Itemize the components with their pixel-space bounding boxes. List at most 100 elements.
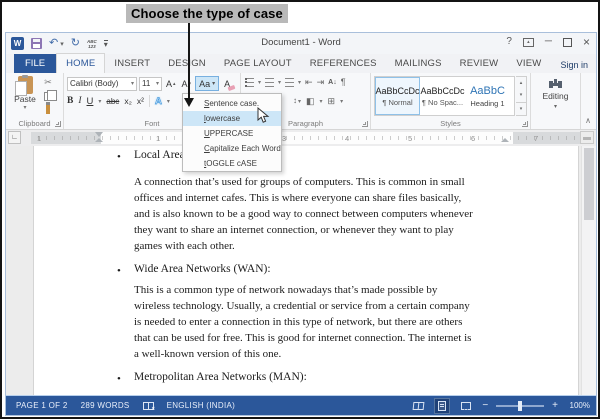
style-heading-1[interactable]: AaBbC Heading 1 bbox=[465, 77, 510, 115]
styles-scroll-down-icon[interactable]: ▾ bbox=[516, 89, 526, 101]
text-effects-dropdown-icon[interactable]: ▾ bbox=[167, 98, 170, 105]
bullets-icon[interactable] bbox=[245, 77, 254, 87]
read-mode-button[interactable] bbox=[410, 398, 426, 414]
strikethrough-button[interactable]: abc bbox=[106, 97, 119, 106]
right-indent-marker[interactable] bbox=[501, 138, 509, 142]
doc-bullet-item[interactable]: Wide Area Networks (WAN): bbox=[134, 263, 271, 275]
doc-line[interactable]: games with each other. bbox=[134, 240, 235, 252]
doc-line[interactable]: that can be used for free. This is good … bbox=[134, 332, 471, 344]
tab-file[interactable]: FILE bbox=[14, 54, 57, 73]
word-count[interactable]: 289 WORDS bbox=[81, 401, 130, 410]
status-left: PAGE 1 OF 2 289 WORDS ENGLISH (INDIA) bbox=[16, 401, 236, 412]
doc-line[interactable]: offices and internet cafes. This is wher… bbox=[134, 192, 461, 204]
first-line-indent-marker[interactable] bbox=[95, 132, 103, 137]
style-normal[interactable]: AaBbCcDc ¶ Normal bbox=[375, 77, 420, 115]
zoom-out-button[interactable]: − bbox=[482, 400, 488, 411]
tab-page-layout[interactable]: PAGE LAYOUT bbox=[215, 54, 301, 73]
increase-indent-icon[interactable]: ⇥ bbox=[317, 77, 325, 87]
shading-icon[interactable]: ◧ bbox=[306, 96, 315, 106]
underline-button[interactable]: U bbox=[87, 96, 94, 107]
menu-item-capitalize-each-word[interactable]: Capitalize Each Word bbox=[183, 141, 281, 156]
doc-line[interactable]: wireless technology. Usually, a credenti… bbox=[134, 300, 470, 312]
underline-dropdown-icon[interactable]: ▾ bbox=[98, 98, 101, 105]
bold-button[interactable]: B bbox=[67, 96, 73, 106]
superscript-button[interactable]: x² bbox=[137, 96, 144, 106]
menu-item-toggle-case[interactable]: t OGGLE cASE bbox=[183, 156, 281, 171]
clipboard-dialog-launcher-icon[interactable] bbox=[55, 121, 61, 127]
paste-icon bbox=[14, 75, 33, 96]
doc-line[interactable]: and is also known to be a good way to co… bbox=[134, 208, 473, 220]
doc-line[interactable]: is needed to enter a connection in this … bbox=[134, 316, 462, 328]
doc-line[interactable]: they want to share an internet connectio… bbox=[134, 224, 454, 236]
decrease-indent-icon[interactable]: ⇤ bbox=[305, 77, 313, 87]
sign-in-link[interactable]: Sign in bbox=[560, 60, 588, 70]
horizontal-ruler[interactable]: 1 1 2 3 4 5 6 7 bbox=[31, 132, 581, 144]
text-effects-button[interactable]: A bbox=[155, 95, 163, 107]
help-icon[interactable]: ? bbox=[506, 36, 512, 48]
tab-insert[interactable]: INSERT bbox=[105, 54, 159, 73]
hanging-indent-marker[interactable] bbox=[95, 138, 103, 142]
bullets-dropdown-icon[interactable]: ▾ bbox=[258, 79, 261, 86]
styles-more-icon[interactable]: ▾ bbox=[516, 101, 526, 115]
paste-button[interactable]: Paste ▾ bbox=[10, 75, 40, 118]
format-painter-icon[interactable] bbox=[46, 102, 50, 114]
subscript-button[interactable]: x₂ bbox=[124, 96, 132, 106]
zoom-in-button[interactable]: + bbox=[552, 400, 558, 411]
tab-mailings[interactable]: MAILINGS bbox=[386, 54, 451, 73]
print-layout-button[interactable] bbox=[434, 397, 451, 414]
ribbon-display-options-icon[interactable]: ▴ bbox=[522, 37, 534, 47]
tab-review[interactable]: REVIEW bbox=[451, 54, 508, 73]
shrink-font-button[interactable]: A ▾ bbox=[180, 77, 194, 91]
styles-scroll-up-icon[interactable]: ▴ bbox=[516, 77, 526, 89]
font-size-combo[interactable]: 11 ▾ bbox=[139, 76, 162, 91]
sort-icon[interactable]: A↓ bbox=[328, 79, 337, 86]
show-formatting-marks-icon[interactable]: ¶ bbox=[341, 77, 346, 87]
tab-selector-button[interactable]: ∟ bbox=[8, 131, 21, 144]
doc-line[interactable]: A connection that’s used for groups of c… bbox=[134, 176, 465, 188]
paragraph-dialog-launcher-icon[interactable] bbox=[362, 121, 368, 127]
editing-button[interactable]: Editing ▾ bbox=[531, 78, 580, 110]
doc-line[interactable]: This is a common type of network nowaday… bbox=[134, 284, 437, 296]
doc-line[interactable]: a well-known version of this one. bbox=[134, 348, 281, 360]
editing-group: Editing ▾ bbox=[531, 73, 581, 129]
document-page[interactable]: • Local Area Networks (LAN): A connectio… bbox=[33, 146, 579, 398]
proofing-status-icon[interactable] bbox=[142, 401, 156, 412]
ruler-number: 3 bbox=[282, 134, 287, 143]
vertical-scrollbar[interactable] bbox=[581, 146, 596, 398]
italic-button[interactable]: I bbox=[78, 96, 81, 106]
web-layout-button[interactable] bbox=[458, 398, 474, 414]
minimize-icon[interactable]: ─ bbox=[545, 36, 552, 48]
grow-font-glyph: A bbox=[166, 78, 173, 89]
clear-formatting-button[interactable]: A bbox=[221, 77, 233, 91]
tab-home[interactable]: HOME bbox=[56, 53, 106, 73]
page-indicator[interactable]: PAGE 1 OF 2 bbox=[16, 401, 68, 410]
grow-font-button[interactable]: A ▴ bbox=[164, 77, 178, 91]
view-ruler-toggle-button[interactable] bbox=[580, 131, 594, 144]
language-indicator[interactable]: ENGLISH (INDIA) bbox=[167, 401, 236, 410]
styles-dialog-launcher-icon[interactable] bbox=[522, 121, 528, 127]
collapse-ribbon-icon[interactable]: ∧ bbox=[585, 116, 591, 125]
borders-dropdown-icon[interactable]: ▾ bbox=[340, 98, 343, 105]
doc-bullet-item[interactable]: Metropolitan Area Networks (MAN): bbox=[134, 371, 307, 383]
multilevel-dropdown-icon[interactable]: ▾ bbox=[298, 79, 301, 86]
zoom-level[interactable]: 100% bbox=[566, 401, 590, 410]
change-case-button[interactable]: Aa ▾ bbox=[195, 76, 220, 91]
font-family-combo[interactable]: Calibri (Body) ▾ bbox=[67, 76, 137, 91]
cut-icon[interactable]: ✂ bbox=[44, 77, 52, 88]
line-spacing-button[interactable]: ↕ ▾ bbox=[293, 96, 301, 106]
scrollbar-thumb[interactable] bbox=[584, 148, 594, 220]
multilevel-list-icon[interactable] bbox=[285, 77, 295, 87]
maximize-icon[interactable] bbox=[562, 37, 572, 47]
tab-references[interactable]: REFERENCES bbox=[301, 54, 386, 73]
numbering-icon[interactable] bbox=[265, 77, 275, 87]
zoom-slider[interactable] bbox=[496, 400, 545, 411]
close-icon[interactable]: × bbox=[583, 36, 590, 48]
menu-item-text: apitalize Each Word bbox=[209, 144, 281, 153]
shading-dropdown-icon[interactable]: ▾ bbox=[320, 98, 323, 105]
borders-icon[interactable]: ⊞ bbox=[328, 96, 336, 106]
copy-icon[interactable] bbox=[44, 90, 57, 101]
numbering-dropdown-icon[interactable]: ▾ bbox=[278, 79, 281, 86]
style-no-spacing[interactable]: AaBbCcDc ¶ No Spac... bbox=[420, 77, 465, 115]
zoom-slider-thumb[interactable] bbox=[518, 400, 523, 411]
tab-view[interactable]: VIEW bbox=[507, 54, 550, 73]
